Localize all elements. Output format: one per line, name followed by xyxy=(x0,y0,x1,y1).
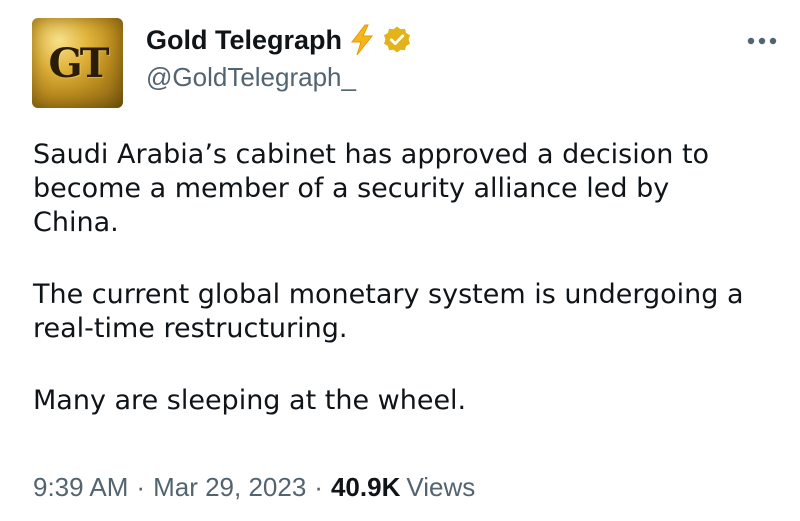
more-options-icon[interactable] xyxy=(745,34,779,48)
username-handle[interactable]: @GoldTelegraph_ xyxy=(146,62,356,93)
tweet-paragraph: Saudi Arabia’s cabinet has approved a de… xyxy=(33,139,710,238)
tweet-text: Saudi Arabia’s cabinet has approved a de… xyxy=(33,138,793,418)
tweet-paragraph: Many are sleeping at the wheel. xyxy=(33,385,467,416)
tweet-paragraph: The current global monetary system is un… xyxy=(33,279,744,344)
display-name[interactable]: Gold Telegraph xyxy=(146,25,342,56)
lightning-bolt-icon xyxy=(348,24,376,56)
avatar[interactable]: GT xyxy=(32,18,123,108)
views-label[interactable]: Views xyxy=(406,472,475,503)
meta-separator: · xyxy=(314,472,323,502)
author-name-row: Gold Telegraph xyxy=(146,22,412,58)
avatar-logo-text: GT xyxy=(48,40,110,87)
tweet-meta: 9:39 AM · Mar 29, 2023 · 40.9K Views xyxy=(33,472,475,503)
tweet-time[interactable]: 9:39 AM xyxy=(33,472,128,503)
meta-separator: · xyxy=(136,472,146,502)
tweet-date[interactable]: Mar 29, 2023 xyxy=(153,472,306,503)
views-count[interactable]: 40.9K xyxy=(331,472,400,503)
verified-badge-icon[interactable] xyxy=(382,25,412,55)
